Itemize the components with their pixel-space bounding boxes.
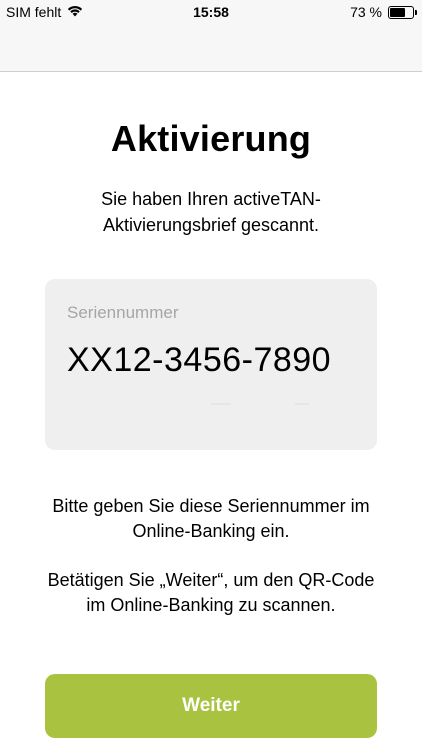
navigation-bar: [0, 24, 422, 72]
battery-fill: [390, 7, 405, 17]
serial-hint-mark: [295, 403, 309, 405]
serial-number-value: XX12-3456-7890: [67, 341, 332, 379]
serial-number-label: Seriennummer: [67, 303, 179, 322]
serial-hint-mark: [211, 403, 231, 405]
battery-tip: [415, 9, 417, 15]
status-right: 73 %: [350, 4, 417, 20]
instruction-press-continue: Betätigen Sie „Weiter“, um den QR-Code i…: [47, 570, 375, 615]
page-subtitle: Sie haben Ihren activeTAN-Aktivierungsbr…: [101, 189, 321, 235]
page-title: Aktivierung: [110, 118, 312, 159]
continue-button[interactable]: Weiter: [45, 674, 377, 738]
battery-icon: [388, 5, 417, 19]
instruction-enter-serial: Bitte geben Sie diese Seriennummer im On…: [52, 496, 370, 541]
serial-number-card: Seriennummer XX12-3456-7890: [45, 279, 377, 450]
battery-percent: 73 %: [350, 4, 382, 20]
status-bar: SIM fehlt 15:58 73 %: [0, 0, 422, 24]
